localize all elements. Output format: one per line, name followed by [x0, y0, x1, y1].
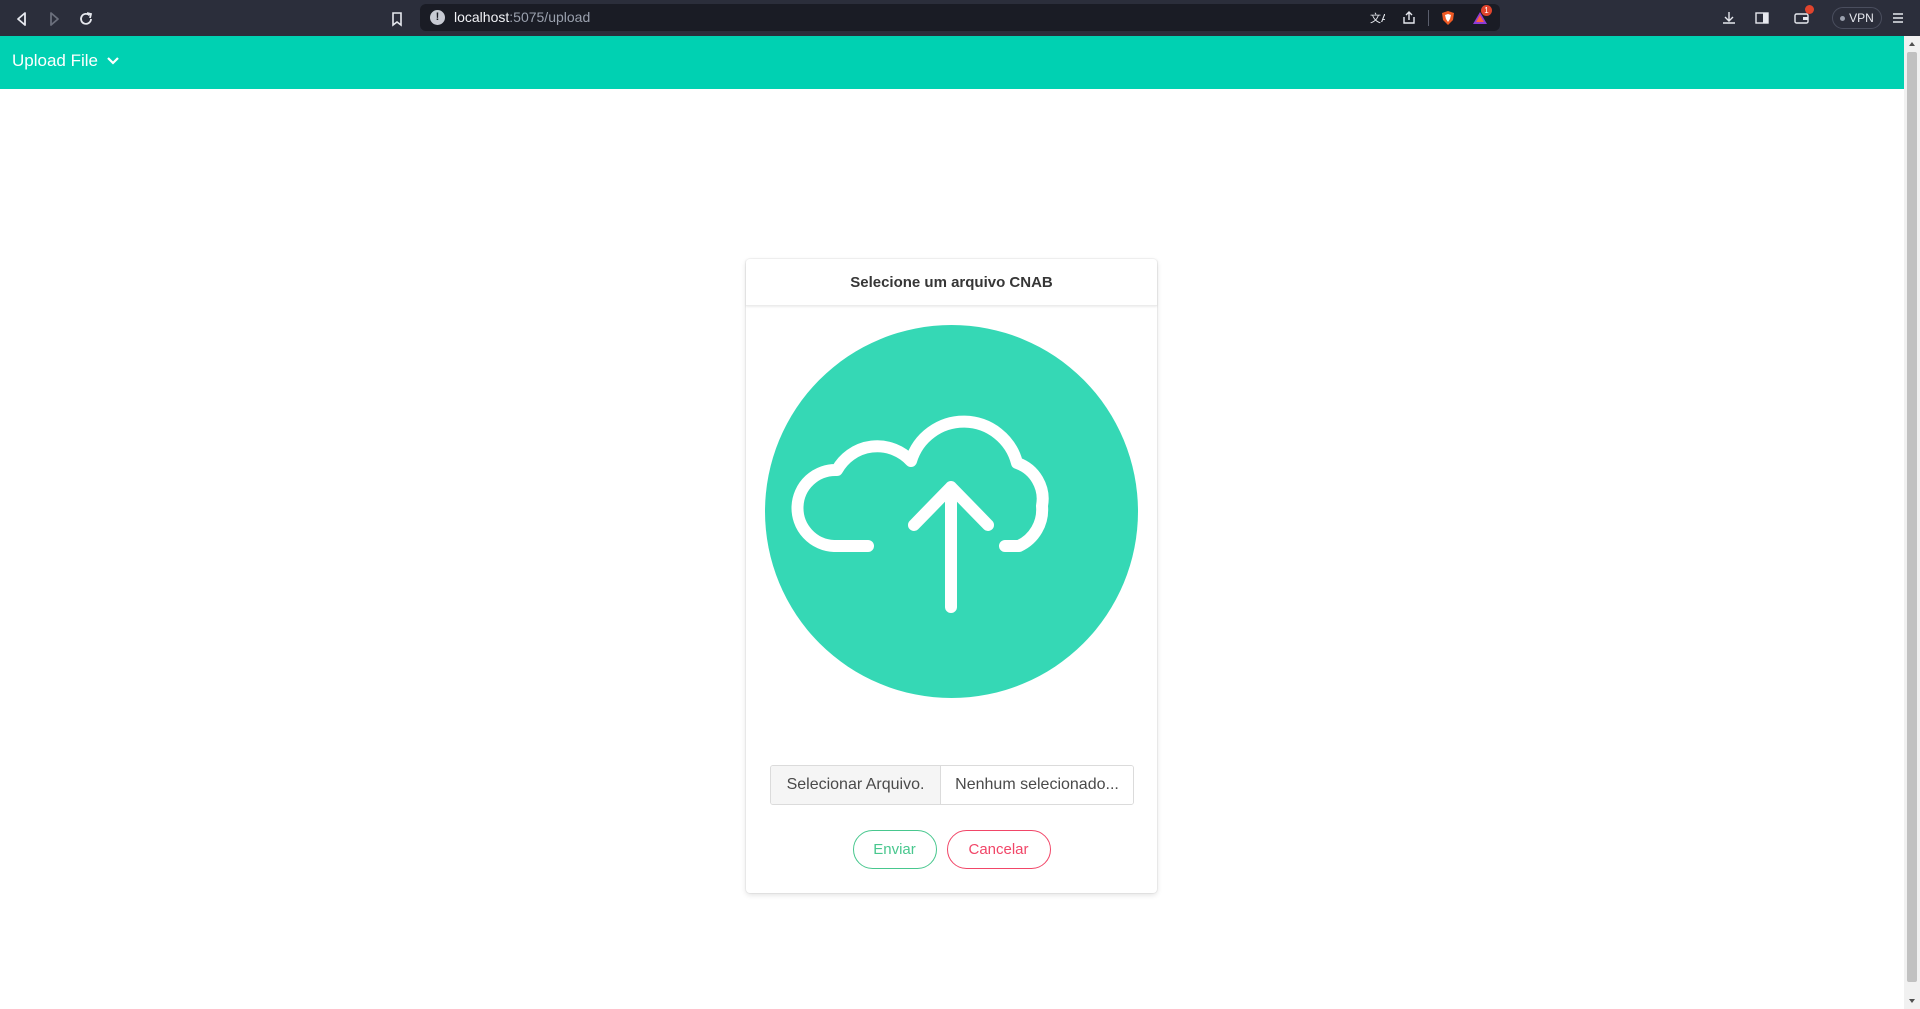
url-host: localhost	[454, 9, 510, 25]
scroll-up-icon[interactable]	[1908, 40, 1916, 48]
chevron-down-icon	[107, 57, 119, 65]
url-divider	[1428, 10, 1429, 26]
app-navbar: Upload File	[0, 36, 1904, 89]
brave-shield-icon[interactable]	[1438, 8, 1458, 28]
url-path: :5075/upload	[509, 9, 591, 25]
browser-toolbar: ! localhost:5075/upload 文A 1 VPN	[0, 0, 1920, 36]
wallet-badge	[1805, 5, 1814, 14]
action-buttons: Enviar Cancelar	[746, 830, 1157, 870]
vpn-button[interactable]: VPN	[1832, 7, 1882, 29]
wallet-icon[interactable]	[1792, 5, 1814, 28]
vpn-status-dot	[1840, 15, 1846, 21]
svg-text:文A: 文A	[1370, 11, 1385, 25]
cloud-upload-icon[interactable]	[765, 325, 1138, 698]
url-text: localhost:5075/upload	[454, 9, 590, 25]
upload-file-label: Upload File	[12, 51, 98, 70]
file-input[interactable]: Selecionar Arquivo. Nenhum selecionado..…	[770, 765, 1134, 805]
download-icon[interactable]	[1719, 8, 1739, 28]
cancel-button[interactable]: Cancelar	[946, 830, 1051, 869]
card-title: Selecione um arquivo CNAB	[746, 259, 1157, 306]
scroll-thumb[interactable]	[1907, 52, 1917, 982]
select-file-button[interactable]: Selecionar Arquivo.	[771, 766, 941, 804]
bookmark-icon[interactable]	[386, 8, 408, 30]
scroll-down-icon[interactable]	[1908, 997, 1916, 1005]
sidebar-icon[interactable]	[1752, 8, 1772, 28]
address-bar[interactable]: ! localhost:5075/upload 文A 1	[420, 4, 1500, 31]
menu-icon[interactable]	[1888, 8, 1908, 28]
send-button[interactable]: Enviar	[852, 830, 937, 869]
reload-icon[interactable]	[75, 8, 97, 30]
back-icon[interactable]	[11, 8, 33, 30]
share-icon[interactable]	[1399, 8, 1419, 28]
upload-file-dropdown[interactable]: Upload File	[12, 51, 120, 71]
forward-icon[interactable]	[43, 8, 65, 30]
page-scrollbar[interactable]	[1904, 36, 1920, 1009]
brave-rewards-icon[interactable]: 1	[1470, 5, 1492, 28]
info-icon[interactable]: !	[430, 10, 445, 25]
upload-card: Selecione um arquivo CNAB Selecionar Arq…	[746, 259, 1157, 893]
vpn-label: VPN	[1849, 11, 1874, 25]
translate-icon[interactable]: 文A	[1367, 8, 1387, 28]
rewards-badge: 1	[1481, 5, 1492, 16]
file-name-display: Nenhum selecionado...	[941, 766, 1133, 804]
